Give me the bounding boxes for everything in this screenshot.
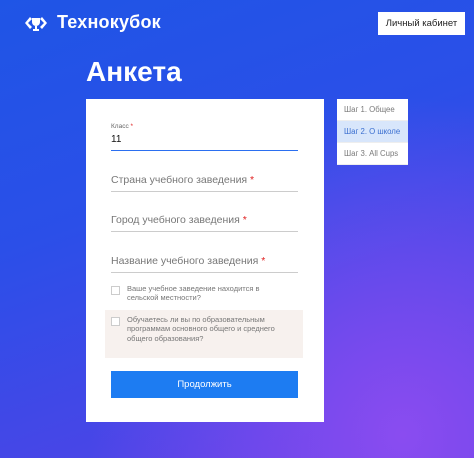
rural-checkbox[interactable] [111,286,120,295]
program-checkbox-label: Обучаетесь ли вы по образовательным прог… [127,315,275,343]
class-value: 11 [111,134,122,145]
step-general[interactable]: Шаг 1. Общее [337,99,408,121]
class-label: Класс [111,123,129,130]
page-title: Анкета [86,56,182,87]
school-city-field[interactable]: Город учебного заведения * [111,214,298,232]
school-city-placeholder: Город учебного заведения [111,214,240,226]
step-school[interactable]: Шаг 2. О школе [337,121,408,143]
school-country-placeholder: Страна учебного заведения [111,174,248,186]
class-field[interactable]: Класс * 11 [111,123,298,151]
questionnaire-form: Класс * 11 Страна учебного заведения * Г… [86,99,324,422]
school-name-placeholder: Название учебного заведения [111,255,259,267]
school-name-field[interactable]: Название учебного заведения * [111,255,298,273]
program-checkbox[interactable] [111,317,120,326]
required-mark: * [242,214,247,226]
brand-logo[interactable]: Технокубок [22,12,161,33]
cup-logo-icon [25,16,47,31]
continue-button[interactable]: Продолжить [111,371,298,398]
rural-checkbox-label: Ваше учебное заведение находится в сельс… [127,284,260,303]
school-country-field[interactable]: Страна учебного заведения * [111,174,298,192]
step-all-cups[interactable]: Шаг 3. All Cups [337,143,408,165]
logo-text: Технокубок [57,12,161,32]
steps-nav: Шаг 1. Общее Шаг 2. О школе Шаг 3. All C… [337,99,408,165]
program-checkbox-row[interactable]: Обучаетесь ли вы по образовательным прог… [111,315,289,343]
required-mark: * [130,123,134,130]
required-mark: * [250,174,255,186]
required-mark: * [261,255,266,267]
personal-cabinet-button[interactable]: Личный кабинет [378,12,465,35]
rural-checkbox-row[interactable]: Ваше учебное заведение находится в сельс… [111,284,281,303]
